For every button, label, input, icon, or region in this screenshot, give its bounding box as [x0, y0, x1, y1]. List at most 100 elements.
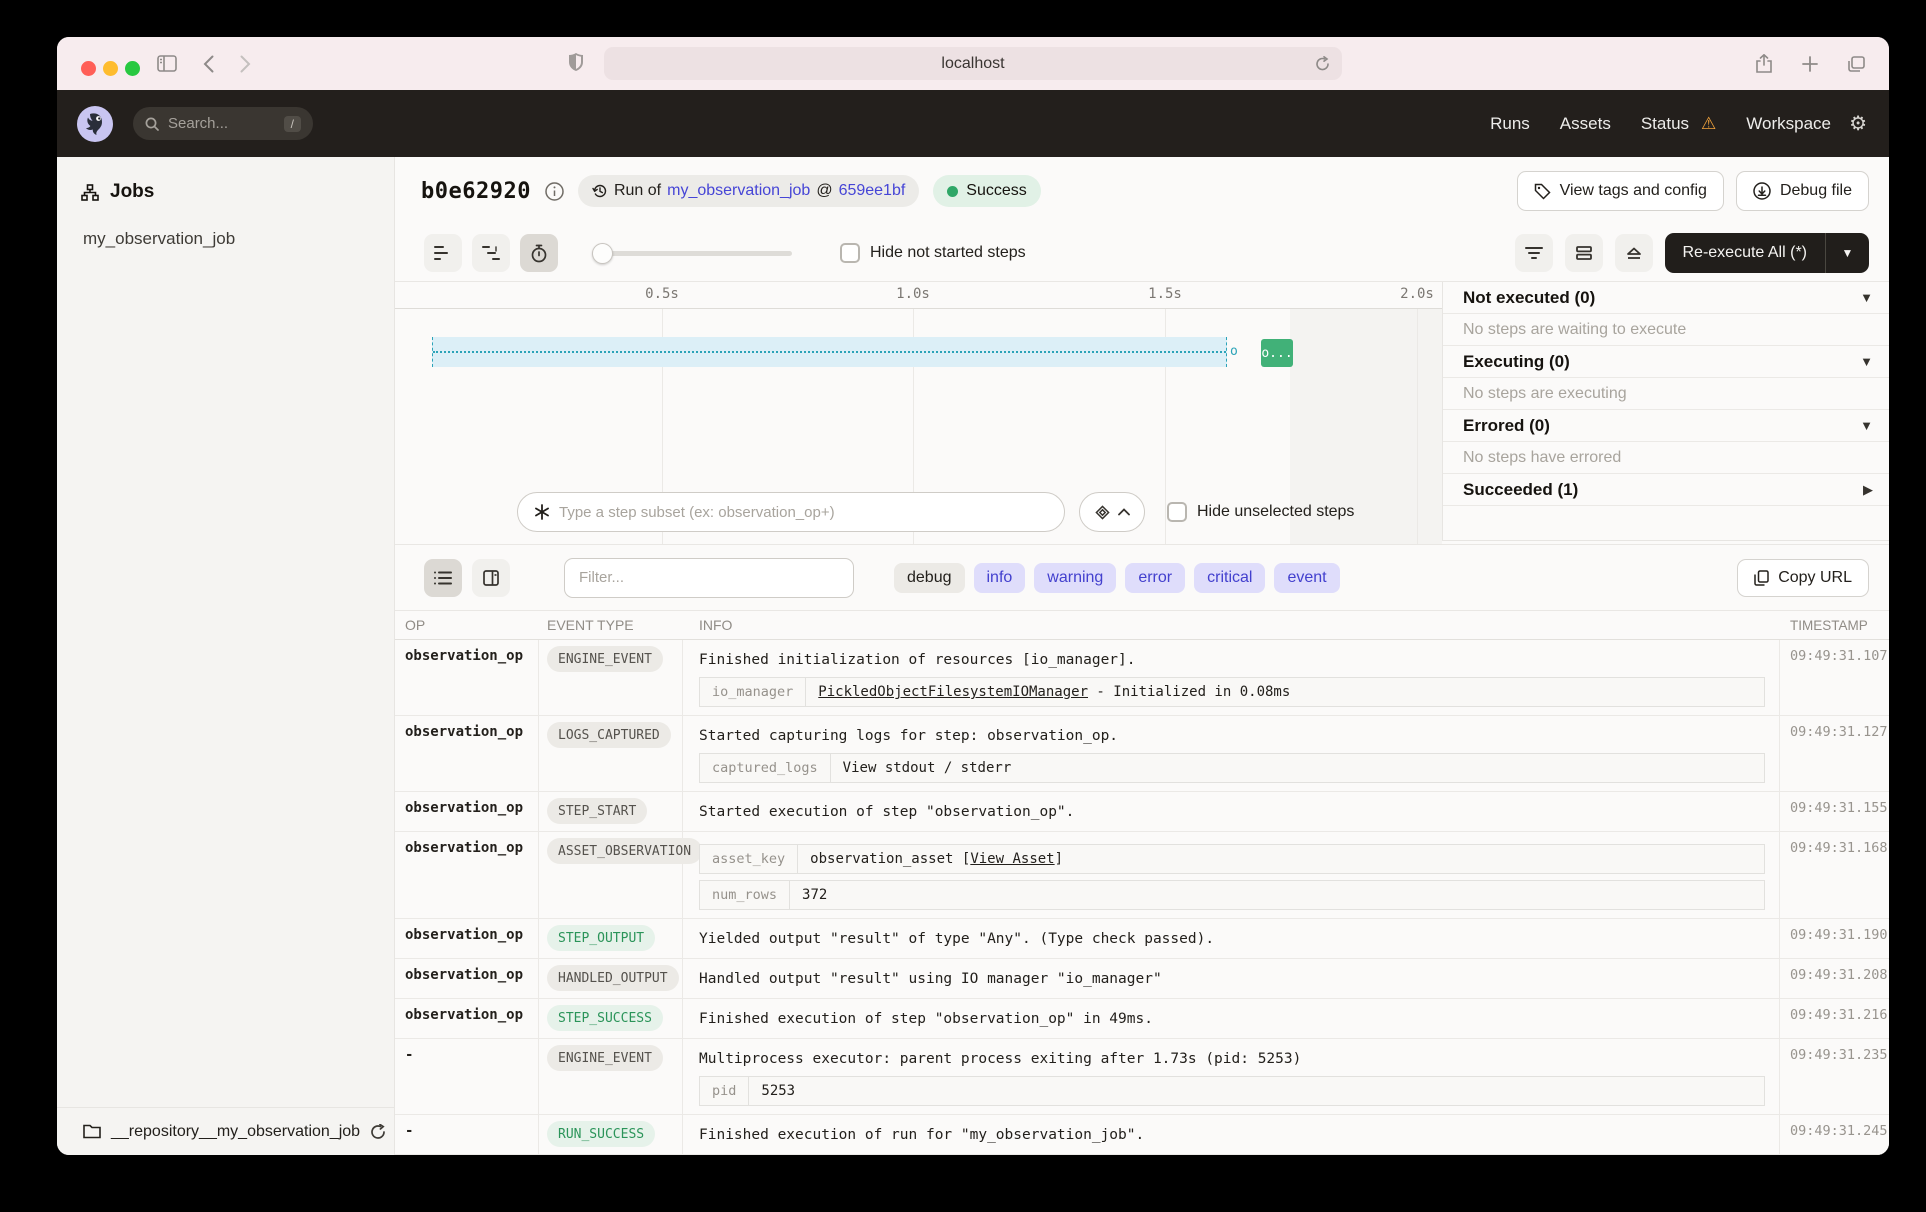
- section-empty-text: No steps are waiting to execute: [1463, 321, 1686, 339]
- tag-link[interactable]: PickledObjectFilesystemIOManager: [818, 684, 1088, 700]
- forward-button[interactable]: [240, 55, 251, 73]
- close-window-button[interactable]: [81, 61, 96, 76]
- table-row[interactable]: observation_opASSET_OBSERVATIONasset_key…: [395, 832, 1889, 919]
- level-pill-info[interactable]: info: [974, 563, 1026, 593]
- level-pill-event[interactable]: event: [1274, 563, 1339, 593]
- level-pill-warning[interactable]: warning: [1034, 563, 1116, 593]
- gear-icon[interactable]: ⚙: [1849, 111, 1867, 136]
- level-pill-critical[interactable]: critical: [1194, 563, 1265, 593]
- col-timestamp: TIMESTAMP: [1780, 618, 1889, 633]
- filter-steps-button[interactable]: [1515, 234, 1553, 272]
- back-button[interactable]: [203, 55, 214, 73]
- step-duration-span: [432, 337, 1227, 367]
- jobs-icon: [81, 184, 99, 201]
- refresh-repository-icon[interactable]: [370, 1124, 386, 1140]
- run-of-pill: Run of my_observation_job @ 659ee1bf: [578, 175, 919, 207]
- metadata-tag: io_managerPickledObjectFilesystemIOManag…: [699, 677, 1765, 707]
- hide-not-started-label: Hide not started steps: [870, 244, 1026, 262]
- table-row[interactable]: -RUN_SUCCESSFinished execution of run fo…: [395, 1115, 1889, 1155]
- new-tab-icon[interactable]: [1802, 56, 1818, 72]
- url-bar[interactable]: localhost: [604, 47, 1342, 80]
- tag-value: observation_asset [View Asset]: [798, 851, 1075, 867]
- tag-value: 5253: [749, 1083, 807, 1099]
- waterfall-view-button[interactable]: [472, 234, 510, 272]
- level-pill-error[interactable]: error: [1125, 563, 1185, 593]
- zoom-slider[interactable]: [592, 234, 792, 272]
- op-cell: -: [395, 1039, 539, 1114]
- commit-link[interactable]: 659ee1bf: [839, 182, 906, 200]
- dagster-logo[interactable]: [77, 106, 113, 142]
- global-search-input[interactable]: Search... /: [133, 107, 313, 140]
- reload-icon[interactable]: [1315, 56, 1330, 72]
- metadata-tag: captured_logsView stdout / stderr: [699, 753, 1765, 783]
- zoom-window-button[interactable]: [125, 61, 140, 76]
- browser-chrome: localhost: [57, 37, 1889, 90]
- reexecute-split-button: Re-execute All (*) ▼: [1665, 233, 1870, 273]
- share-icon[interactable]: [1756, 54, 1772, 73]
- nav-runs[interactable]: Runs: [1490, 114, 1530, 134]
- sidebar-toggle-icon[interactable]: [157, 55, 177, 72]
- log-table: OP EVENT TYPE INFO TIMESTAMP observation…: [395, 610, 1889, 1155]
- job-link[interactable]: my_observation_job: [667, 182, 810, 200]
- panel-section-not-executed[interactable]: Not executed (0) ▼: [1443, 282, 1889, 314]
- log-structured-view-button[interactable]: [472, 559, 510, 597]
- event-type-pill: LOGS_CAPTURED: [547, 722, 671, 748]
- table-row[interactable]: observation_opSTEP_OUTPUTYielded output …: [395, 919, 1889, 959]
- timestamp-cell: 09:49:31.216: [1780, 999, 1889, 1038]
- nav-assets[interactable]: Assets: [1560, 114, 1611, 134]
- slider-knob[interactable]: [592, 243, 613, 264]
- info-cell: Started capturing logs for step: observa…: [683, 716, 1780, 791]
- nav-workspace[interactable]: Workspace: [1746, 114, 1831, 134]
- nav-status[interactable]: Status: [1641, 114, 1689, 134]
- metadata-tag: num_rows372: [699, 880, 1765, 910]
- panel-section-succeeded[interactable]: Succeeded (1) ▶: [1443, 474, 1889, 506]
- table-row[interactable]: observation_opSTEP_STARTStarted executio…: [395, 792, 1889, 832]
- event-type-cell: LOGS_CAPTURED: [539, 716, 683, 791]
- timestamp-cell: 09:49:31.235: [1780, 1039, 1889, 1114]
- reexecute-dropdown-button[interactable]: ▼: [1825, 233, 1869, 273]
- tick-label: 2.0s: [1400, 286, 1434, 302]
- reexecute-all-button[interactable]: Re-execute All (*): [1665, 233, 1826, 273]
- event-type-pill: ENGINE_EVENT: [547, 646, 663, 672]
- log-table-header: OP EVENT TYPE INFO TIMESTAMP: [395, 610, 1889, 640]
- table-row[interactable]: observation_opHANDLED_OUTPUTHandled outp…: [395, 959, 1889, 999]
- view-tags-config-button[interactable]: View tags and config: [1517, 171, 1724, 211]
- step-subset-input[interactable]: [559, 504, 1048, 521]
- level-pill-debug[interactable]: debug: [894, 563, 965, 593]
- event-type-pill: STEP_OUTPUT: [547, 925, 655, 951]
- log-list-view-button[interactable]: [424, 559, 462, 597]
- graph-query-toggle-button[interactable]: [1079, 492, 1145, 532]
- gantt-step-box[interactable]: o...: [1261, 339, 1293, 367]
- table-row[interactable]: observation_opENGINE_EVENTFinished initi…: [395, 640, 1889, 716]
- timed-view-button[interactable]: [520, 234, 558, 272]
- panel-empty-row: No steps are waiting to execute: [1443, 314, 1889, 346]
- sidebar-item-my-observation-job[interactable]: my_observation_job: [57, 203, 394, 249]
- log-rows: observation_opENGINE_EVENTFinished initi…: [395, 640, 1889, 1155]
- timestamp-cell: 09:49:31.245: [1780, 1115, 1889, 1154]
- tag-link[interactable]: View Asset: [970, 851, 1054, 867]
- hide-not-started-checkbox[interactable]: [840, 243, 860, 263]
- minimize-window-button[interactable]: [103, 61, 118, 76]
- copy-url-button[interactable]: Copy URL: [1737, 559, 1869, 597]
- split-panel-button[interactable]: [1565, 234, 1603, 272]
- log-filter-input[interactable]: [579, 569, 839, 586]
- event-type-cell: STEP_SUCCESS: [539, 999, 683, 1038]
- table-row[interactable]: observation_opLOGS_CAPTUREDStarted captu…: [395, 716, 1889, 792]
- section-title: Executing (0): [1463, 352, 1570, 372]
- op-cell: observation_op: [395, 959, 539, 998]
- panel-section-errored[interactable]: Errored (0) ▼: [1443, 410, 1889, 442]
- collapse-panel-button[interactable]: [1615, 234, 1653, 272]
- debug-file-button[interactable]: Debug file: [1736, 171, 1869, 211]
- hide-unselected-checkbox[interactable]: [1167, 502, 1187, 522]
- table-row[interactable]: observation_opSTEP_SUCCESSFinished execu…: [395, 999, 1889, 1039]
- info-text: Started capturing logs for step: observa…: [699, 722, 1765, 747]
- chevron-down-icon: ▼: [1860, 418, 1873, 433]
- tab-overview-icon[interactable]: [1848, 56, 1865, 72]
- event-type-cell: STEP_START: [539, 792, 683, 831]
- table-row[interactable]: -ENGINE_EVENTMultiprocess executor: pare…: [395, 1039, 1889, 1115]
- flat-view-button[interactable]: [424, 234, 462, 272]
- info-icon[interactable]: [545, 182, 564, 201]
- info-text: Multiprocess executor: parent process ex…: [699, 1045, 1765, 1070]
- panel-section-executing[interactable]: Executing (0) ▼: [1443, 346, 1889, 378]
- op-selector-icon: [534, 504, 550, 520]
